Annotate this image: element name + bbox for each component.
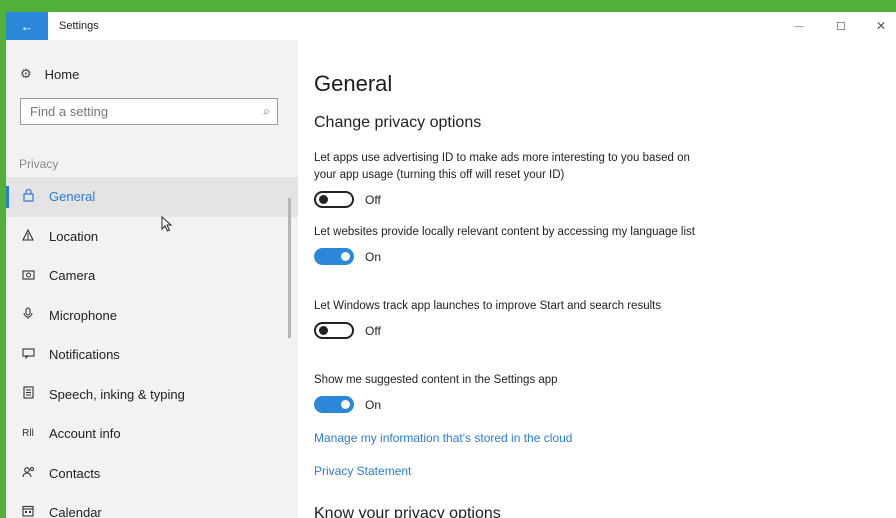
window-title: Settings [59, 20, 99, 32]
calendar-icon [20, 505, 36, 518]
maximize-icon: ☐ [836, 20, 846, 33]
sidebar-item-label: Contacts [49, 465, 101, 481]
notifications-icon [20, 347, 36, 362]
sidebar-item-speech[interactable]: Speech, inking & typing [6, 375, 298, 415]
title-bar: ← Settings — ☐ ✕ [6, 12, 896, 40]
sidebar-item-account-info[interactable]: Rll Account info [6, 414, 298, 454]
manage-cloud-info-link[interactable]: Manage my information that's stored in t… [314, 431, 572, 445]
home-link[interactable]: ⚙ Home [20, 66, 79, 82]
mouse-cursor-icon [161, 215, 173, 235]
contacts-icon [20, 466, 36, 481]
back-button[interactable]: ← [6, 12, 48, 40]
camera-icon [20, 268, 36, 283]
sidebar-item-label: Location [49, 228, 99, 244]
sidebar-item-label: Calendar [49, 505, 102, 518]
setting-track-app-launches: Let Windows track app launches to improv… [314, 298, 704, 339]
toggle-state-label: On [365, 397, 382, 412]
sidebar-item-calendar[interactable]: Calendar [6, 493, 298, 518]
setting-description: Let websites provide locally relevant co… [314, 226, 695, 238]
toggle-state-label: Off [365, 323, 381, 338]
toggle-state-label: Off [365, 192, 381, 207]
toggle-state-label: On [365, 249, 382, 264]
setting-advertising-id: Let apps use advertising ID to make ads … [314, 150, 704, 208]
close-icon: ✕ [875, 19, 887, 33]
search-box: ⌕ [20, 98, 278, 125]
sidebar-item-label: Notifications [49, 347, 120, 363]
privacy-nav: General Location Camera Microphone Notif… [6, 177, 298, 518]
page-title: General [314, 71, 393, 96]
setting-language-list: Let websites provide locally relevant co… [314, 224, 704, 265]
microphone-icon [20, 307, 36, 323]
sidebar-item-location[interactable]: Location [6, 217, 298, 257]
minimize-button[interactable]: — [784, 16, 814, 36]
sidebar-item-label: Speech, inking & typing [49, 386, 185, 402]
sidebar-item-label: General [49, 189, 96, 205]
setting-description: Let Windows track app launches to improv… [314, 300, 662, 312]
sidebar-item-general[interactable]: General [6, 177, 298, 217]
setting-suggested-content: Show me suggested content in the Setting… [314, 372, 704, 413]
speech-icon [20, 386, 36, 402]
account-info-icon: Rll [22, 428, 34, 440]
settings-window: ← Settings — ☐ ✕ ⚙ Home ⌕ Privacy Gen [6, 12, 896, 518]
language-list-toggle[interactable] [314, 248, 354, 265]
main-content: General Change privacy options Let apps … [298, 40, 896, 518]
track-app-launches-toggle[interactable] [314, 322, 354, 339]
sidebar-item-label: Microphone [49, 307, 117, 323]
section-label-privacy: Privacy [19, 157, 59, 171]
section-heading-know-privacy: Know your privacy options [314, 505, 501, 518]
suggested-content-toggle[interactable] [314, 396, 354, 413]
privacy-statement-link[interactable]: Privacy Statement [314, 464, 411, 478]
maximize-button[interactable]: ☐ [826, 16, 856, 36]
gear-icon: ⚙ [20, 66, 32, 81]
setting-description: Show me suggested content in the Setting… [314, 374, 558, 386]
search-input[interactable] [21, 99, 241, 124]
home-label: Home [44, 66, 80, 82]
sidebar-item-microphone[interactable]: Microphone [6, 296, 298, 336]
sidebar-item-notifications[interactable]: Notifications [6, 335, 298, 375]
location-icon [20, 228, 36, 244]
lock-icon [20, 188, 36, 205]
sidebar-scrollbar[interactable] [288, 198, 291, 338]
sidebar: ⚙ Home ⌕ Privacy General Location [6, 40, 298, 518]
setting-description: Let apps use advertising ID to make ads … [314, 152, 690, 181]
sidebar-item-camera[interactable]: Camera [6, 256, 298, 296]
advertising-id-toggle[interactable] [314, 191, 354, 208]
sidebar-item-label: Camera [49, 268, 96, 284]
search-icon[interactable]: ⌕ [263, 104, 270, 119]
close-button[interactable]: ✕ [866, 16, 896, 36]
section-heading-change-privacy: Change privacy options [314, 114, 482, 131]
sidebar-item-label: Account info [49, 426, 121, 442]
minimize-icon: — [794, 21, 804, 31]
back-arrow-icon: ← [20, 18, 34, 34]
sidebar-item-contacts[interactable]: Contacts [6, 454, 298, 494]
